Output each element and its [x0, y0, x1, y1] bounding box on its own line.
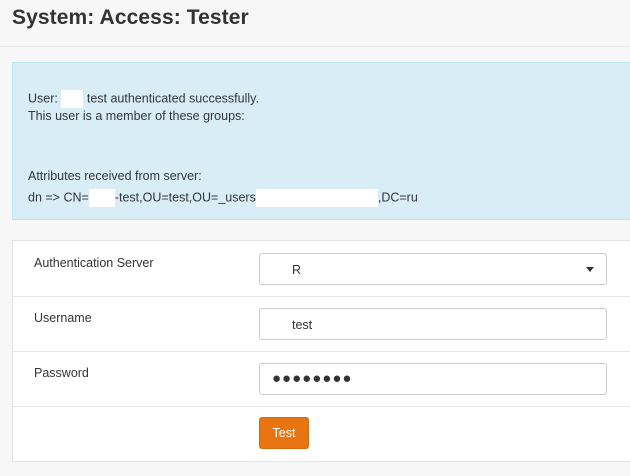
dn-prefix-text: dn => CN=: [28, 190, 89, 205]
password-label: Password: [34, 366, 89, 380]
groups-line: This user is a member of these groups:: [28, 109, 245, 123]
password-mask: ●●●●●●●●: [272, 370, 353, 387]
auth-server-row: Authentication Server R: [13, 241, 630, 297]
password-row: Password ●●●●●●●●: [13, 352, 630, 407]
username-value: test: [292, 318, 313, 332]
auth-server-value: R: [292, 263, 302, 277]
auth-success-text: test authenticated successfully.: [86, 91, 259, 106]
chevron-down-icon: [586, 267, 594, 272]
username-input[interactable]: test: [259, 308, 607, 340]
username-row: Username test: [13, 297, 630, 352]
dn-middle-text: -test,OU=test,OU=_users: [114, 190, 256, 205]
redacted-block: [61, 90, 84, 108]
dn-suffix-text: ,DC=ru: [377, 190, 418, 205]
dn-line: dn => CN= -test,OU=test,OU=_users ,DC=ru: [28, 189, 418, 207]
attributes-heading: Attributes received from server:: [28, 169, 202, 183]
user-prefix-text: User:: [28, 91, 58, 106]
username-label: Username: [34, 311, 92, 325]
title-divider: [0, 46, 630, 47]
auth-server-label: Authentication Server: [34, 256, 154, 270]
page-title: System: Access: Tester: [12, 6, 249, 29]
actions-row: Test: [13, 407, 630, 462]
result-alert: User: test authenticated successfully. T…: [12, 62, 630, 220]
password-input[interactable]: ●●●●●●●●: [259, 363, 607, 395]
auth-result-line: User: test authenticated successfully.: [28, 90, 259, 108]
redacted-block: [88, 189, 115, 207]
tester-form: Authentication Server R Username test Pa…: [12, 240, 630, 462]
redacted-block: [255, 189, 378, 207]
auth-server-select[interactable]: R: [259, 253, 607, 285]
test-button[interactable]: Test: [259, 417, 309, 449]
